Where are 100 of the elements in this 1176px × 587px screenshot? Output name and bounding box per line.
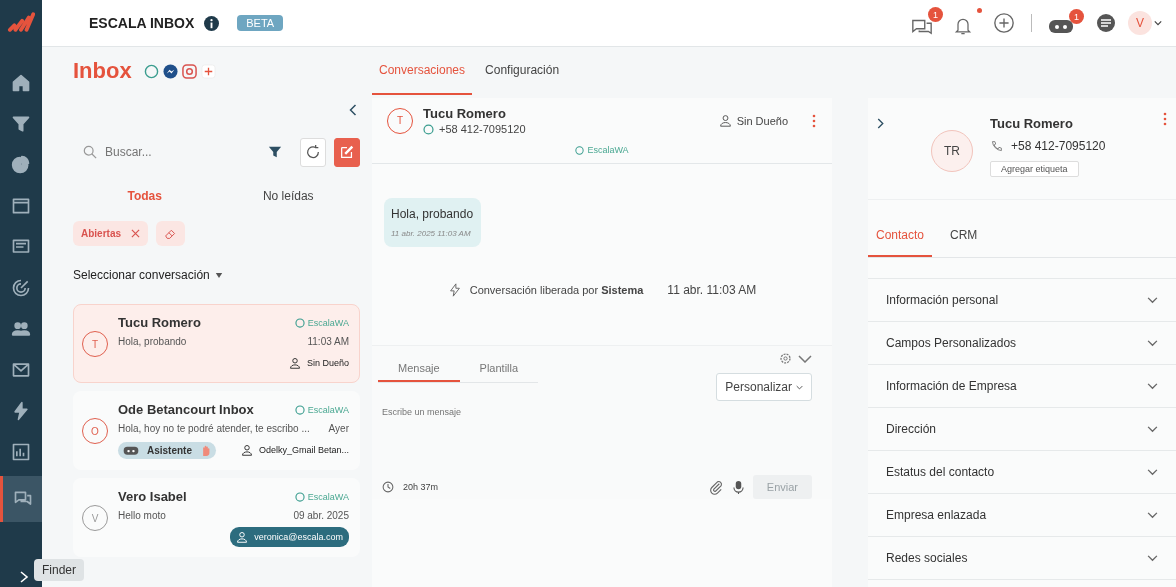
caret-icon [214, 272, 223, 278]
compose-button[interactable] [334, 137, 360, 167]
chevron-down-icon [1147, 382, 1158, 390]
contact-tab[interactable]: Contacto [868, 220, 933, 257]
personalize-button[interactable]: Personalizar [716, 373, 812, 401]
chevron-down-icon [1147, 339, 1158, 347]
conversation-item[interactable]: V Vero Isabel EscalaWA Hello moto 09 abr. 2025 veronica@escala.com [73, 478, 360, 557]
accordion-section[interactable]: Redes sociales [868, 537, 1176, 580]
chevron-down-icon [1147, 468, 1158, 476]
timer-text: 20h 37m [403, 482, 439, 492]
user-icon [288, 357, 301, 369]
select-conversation-dropdown[interactable]: Seleccionar conversación [73, 268, 360, 282]
composer-tab[interactable]: Plantilla [459, 362, 539, 382]
filter-icon[interactable] [268, 145, 282, 159]
chevron-right-icon[interactable] [876, 117, 885, 130]
accordion-section[interactable]: Información personal [868, 279, 1176, 322]
conversation-item[interactable]: O Ode Betancourt Inbox EscalaWA Hola, hoy no te podré atender, te escribo ... Ayer Asistente Odelky_Gmail Betan... [73, 391, 360, 470]
contact-phone: +58 412-7095120 [423, 123, 526, 135]
chevron-down-icon [1147, 425, 1158, 433]
messenger-icon [162, 63, 178, 79]
conversation-item[interactable]: T Tucu Romero EscalaWA Hola, probando 11:03 AM Sin Dueño [73, 304, 360, 383]
conversations-button[interactable]: 1 [911, 7, 943, 39]
message-text: Hola, probando [391, 207, 474, 221]
chart-icon [11, 441, 31, 462]
chip-label: Abiertas [81, 228, 121, 239]
composer-tab[interactable]: Mensaje [378, 362, 460, 382]
message-preview: Hello moto [118, 510, 166, 521]
contact-avatar: TR [931, 130, 973, 172]
contact-name: Ode Betancourt Inbox [118, 402, 254, 417]
microphone-icon[interactable] [732, 479, 744, 495]
page-tab[interactable]: Conversaciones [372, 47, 473, 95]
chevron-left-icon[interactable] [348, 103, 358, 117]
owner-button[interactable]: Sin Dueño [718, 114, 788, 127]
close-icon[interactable] [131, 229, 140, 238]
message-time: 11:03 AM [307, 336, 349, 347]
bolt-icon [11, 400, 31, 421]
chevron-down-icon [1147, 511, 1158, 519]
channel-label: EscalaWA [372, 135, 832, 164]
phone-icon [990, 139, 1003, 153]
owner-label: veronica@escala.com [230, 527, 349, 547]
accordion-section[interactable]: Dirección [868, 408, 1176, 451]
filter-tab[interactable]: Todas [73, 181, 217, 211]
accordion-section[interactable]: Campos Personalizados [868, 322, 1176, 365]
contact-name: Tucu Romero [990, 116, 1074, 131]
hand-icon [200, 443, 211, 457]
add-channel-icon[interactable] [200, 63, 216, 79]
channel-label: EscalaWA [294, 491, 349, 502]
contact-tab[interactable]: CRM [942, 220, 986, 257]
target-icon [11, 277, 31, 298]
channel-label: EscalaWA [294, 404, 349, 415]
accordion-section[interactable]: Empresa enlazada [868, 494, 1176, 537]
notification-count: 1 [1069, 9, 1084, 24]
clock-icon [382, 481, 394, 493]
logo-icon [7, 12, 35, 32]
page-tab[interactable]: Configuración [478, 47, 567, 95]
owner-label: Odelky_Gmail Betan... [240, 444, 349, 456]
chat-nav-item[interactable] [0, 476, 42, 522]
filter-tab[interactable]: No leídas [216, 181, 360, 211]
info-icon[interactable] [204, 15, 220, 31]
instagram-icon [181, 63, 197, 79]
paperclip-icon[interactable] [708, 479, 724, 495]
owner-label: Sin Dueño [288, 357, 349, 369]
eraser-icon [164, 227, 177, 240]
user-icon [236, 531, 249, 543]
page-title: Inbox [73, 58, 132, 84]
contact-phone: +58 412-7095120 [990, 139, 1106, 153]
bot-button[interactable]: 1 [1048, 9, 1084, 37]
tooltip: Finder [34, 559, 84, 581]
support-chat-icon[interactable] [1094, 11, 1118, 35]
message-preview: Hola, probando [118, 336, 187, 347]
chevron-down-icon[interactable] [798, 354, 812, 363]
more-options-icon[interactable] [812, 113, 816, 128]
event-text: Conversación liberada por Sistema [469, 284, 644, 296]
message-time: Ayer [328, 423, 349, 434]
beta-badge: BETA [237, 15, 284, 31]
edit-icon [339, 144, 355, 160]
add-tag-button[interactable]: Agregar etiqueta [990, 161, 1079, 177]
contact-name: Tucu Romero [423, 106, 507, 121]
caret-icon [796, 384, 803, 390]
add-icon[interactable] [993, 12, 1015, 34]
accordion-section[interactable]: Estatus del contacto [868, 451, 1176, 494]
bolt-icon [447, 283, 462, 297]
contact-name: Vero Isabel [118, 489, 187, 504]
notification-count: 1 [928, 7, 943, 22]
chevron-down-icon [1147, 296, 1158, 304]
refresh-button[interactable] [300, 137, 326, 167]
message-input[interactable]: Escribe un mensaje [378, 401, 812, 475]
channel-label: EscalaWA [294, 317, 349, 328]
home-icon [11, 72, 31, 93]
assistant-tag[interactable]: Asistente [118, 441, 216, 459]
message-preview: Hola, hoy no te podré atender, te escribo ... [118, 423, 310, 434]
more-options-icon[interactable] [1163, 112, 1167, 126]
chevron-right-icon[interactable] [18, 571, 30, 583]
user-icon [240, 444, 253, 456]
search-icon [83, 145, 97, 159]
refresh-icon [305, 144, 321, 160]
accordion-section[interactable]: Información de Empresa [868, 365, 1176, 408]
settings-icon[interactable] [779, 352, 792, 365]
search-field[interactable]: Buscar... [103, 144, 262, 160]
user-icon [718, 114, 732, 127]
